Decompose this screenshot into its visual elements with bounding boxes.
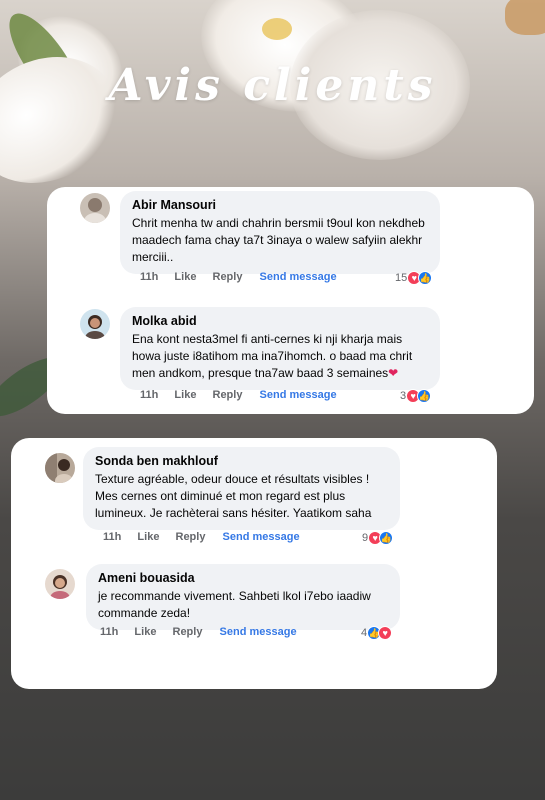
review-card: Abir Mansouri Chrit menha tw andi chahri… <box>47 187 534 414</box>
like-link[interactable]: Like <box>174 389 196 401</box>
user-photo-icon <box>80 193 110 223</box>
heart-icon: ♥ <box>378 626 393 640</box>
comment-actions: 11h Like Reply Send message <box>140 271 337 283</box>
avatar[interactable] <box>80 193 110 223</box>
send-message-link[interactable]: Send message <box>260 271 337 283</box>
reply-link[interactable]: Reply <box>213 389 243 401</box>
review-card: Sonda ben makhlouf Texture agréable, ode… <box>11 438 497 689</box>
background-wood <box>505 0 545 35</box>
comment-bubble: Sonda ben makhlouf Texture agréable, ode… <box>83 447 400 530</box>
send-message-link[interactable]: Send message <box>220 626 297 638</box>
background-flower-center <box>262 18 292 40</box>
comment-text: je recommande vivement. Sahbeti lkol i7e… <box>98 589 371 620</box>
user-photo-icon <box>80 309 110 339</box>
reaction-summary[interactable]: 9 ♥ 👍 <box>362 531 394 545</box>
comment-text: Texture agréable, odeur douce et résulta… <box>95 472 372 520</box>
comment-bubble: Molka abid Ena kont nesta3mel fi anti-ce… <box>120 307 440 390</box>
comment-bubble: Ameni bouasida je recommande vivement. S… <box>86 564 400 630</box>
comment-time: 11h <box>103 531 122 543</box>
thumbs-up-icon: 👍 <box>417 389 432 403</box>
reply-link[interactable]: Reply <box>173 626 203 638</box>
commenter-name[interactable]: Molka abid <box>132 314 428 329</box>
comment-actions: 11h Like Reply Send message <box>103 531 300 543</box>
user-photo-icon <box>45 453 75 483</box>
avatar[interactable] <box>45 569 75 599</box>
reaction-summary[interactable]: 4 👍 ♥ <box>361 626 393 640</box>
avatar[interactable] <box>45 453 75 483</box>
reply-link[interactable]: Reply <box>213 271 243 283</box>
reply-link[interactable]: Reply <box>176 531 206 543</box>
commenter-name[interactable]: Ameni bouasida <box>98 571 388 586</box>
page-title: Avis clients <box>108 60 437 111</box>
comment-actions: 11h Like Reply Send message <box>140 389 337 401</box>
commenter-name[interactable]: Abir Mansouri <box>132 198 428 213</box>
comment-actions: 11h Like Reply Send message <box>100 626 297 638</box>
commenter-name[interactable]: Sonda ben makhlouf <box>95 454 388 469</box>
thumbs-up-icon: 👍 <box>418 271 433 285</box>
reaction-count: 15 <box>395 272 408 284</box>
comment-time: 11h <box>140 271 159 283</box>
comment-time: 11h <box>100 626 119 638</box>
comment-time: 11h <box>140 389 159 401</box>
like-link[interactable]: Like <box>137 531 159 543</box>
reaction-summary[interactable]: 3 ♥ 👍 <box>400 389 432 403</box>
user-photo-icon <box>45 569 75 599</box>
like-link[interactable]: Like <box>174 271 196 283</box>
reaction-summary[interactable]: 15 ♥ 👍 <box>395 271 433 285</box>
comment-text: Chrit menha tw andi chahrin bersmii t9ou… <box>132 216 425 264</box>
avatar[interactable] <box>80 309 110 339</box>
like-link[interactable]: Like <box>134 626 156 638</box>
comment-text: Ena kont nesta3mel fi anti-cernes ki nji… <box>132 332 413 380</box>
heart-emoji: ❤ <box>388 366 399 380</box>
send-message-link[interactable]: Send message <box>260 389 337 401</box>
comment-bubble: Abir Mansouri Chrit menha tw andi chahri… <box>120 191 440 274</box>
send-message-link[interactable]: Send message <box>223 531 300 543</box>
thumbs-up-icon: 👍 <box>379 531 394 545</box>
